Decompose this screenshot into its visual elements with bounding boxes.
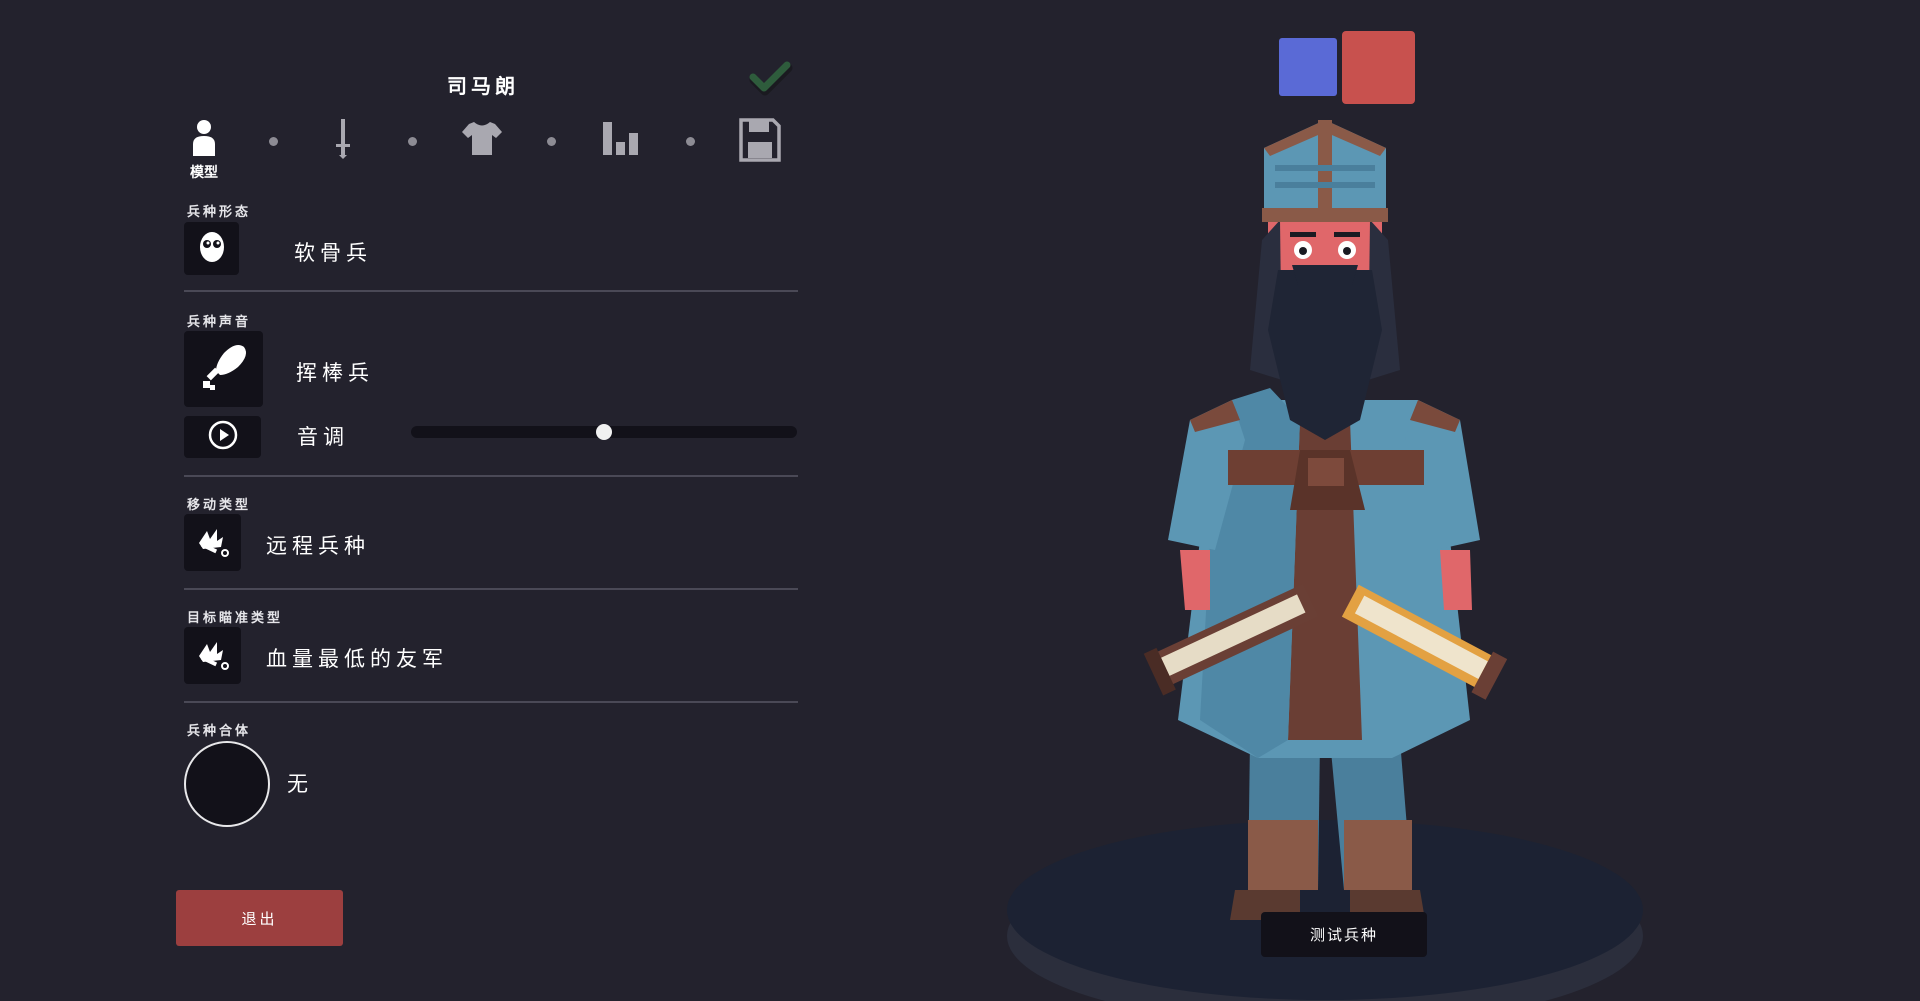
unit-combine-slot[interactable]: [184, 741, 270, 827]
unit-character-model: [1007, 120, 1643, 1001]
unit-name-title[interactable]: 司马朗: [400, 70, 566, 99]
unit-form-value: 软骨兵: [294, 241, 372, 265]
editor-tabs: 模型: [178, 118, 798, 188]
play-voice-button[interactable]: [184, 416, 261, 458]
targeting-type-value: 血量最低的友军: [266, 647, 448, 671]
tab-save[interactable]: [734, 118, 786, 188]
unit-preview-viewport[interactable]: [1000, 120, 1700, 1001]
floppy-disk-icon: [734, 118, 786, 162]
fallen-unit-icon: [193, 634, 233, 678]
movement-type-label: 移动类型: [187, 498, 252, 513]
unit-form-label: 兵种形态: [187, 205, 252, 220]
pitch-slider-thumb[interactable]: [596, 424, 612, 440]
unit-voice-value: 挥棒兵: [296, 361, 374, 385]
unit-creator-screen: 司马朗 模型 兵种形态 软骨兵 兵种声音 挥棒兵 音调 移动类型 远程兵种 目标…: [0, 0, 1920, 1001]
movement-type-button[interactable]: [184, 514, 241, 571]
team-red-button[interactable]: [1342, 31, 1415, 104]
person-icon: [178, 118, 230, 158]
tab-model-label: 模型: [190, 165, 218, 181]
tab-separator-dot: [547, 137, 556, 146]
targeting-type-label: 目标瞄准类型: [187, 611, 284, 626]
tab-clothing[interactable]: [456, 118, 508, 188]
unit-combine-value: 无: [287, 772, 313, 796]
section-divider: [184, 475, 798, 477]
skull-face-icon: [198, 230, 226, 268]
unit-combine-label: 兵种合体: [187, 724, 252, 739]
tab-separator-dot: [408, 137, 417, 146]
pitch-label: 音调: [297, 425, 349, 449]
targeting-type-button[interactable]: [184, 627, 241, 684]
section-divider: [184, 290, 798, 292]
section-divider: [184, 588, 798, 590]
movement-type-value: 远程兵种: [266, 534, 370, 558]
bar-chart-icon: [595, 118, 647, 158]
exit-button[interactable]: 退出: [176, 890, 343, 946]
tab-weapons[interactable]: [317, 118, 369, 188]
shirt-icon: [456, 118, 508, 158]
confirm-checkmark-icon[interactable]: [748, 60, 794, 100]
tab-stats[interactable]: [595, 118, 647, 188]
tab-model[interactable]: 模型: [178, 118, 230, 188]
pitch-slider[interactable]: [411, 424, 797, 440]
club-weapon-icon: [198, 341, 250, 397]
unit-voice-label: 兵种声音: [187, 315, 252, 330]
fallen-unit-icon: [193, 521, 233, 565]
sword-icon: [317, 118, 369, 160]
test-unit-button[interactable]: 测试兵种: [1261, 912, 1427, 957]
play-icon: [207, 419, 239, 455]
section-divider: [184, 701, 798, 703]
unit-voice-button[interactable]: [184, 331, 263, 407]
tab-separator-dot: [269, 137, 278, 146]
team-blue-button[interactable]: [1279, 38, 1337, 96]
unit-form-button[interactable]: [184, 222, 239, 275]
tab-separator-dot: [686, 137, 695, 146]
